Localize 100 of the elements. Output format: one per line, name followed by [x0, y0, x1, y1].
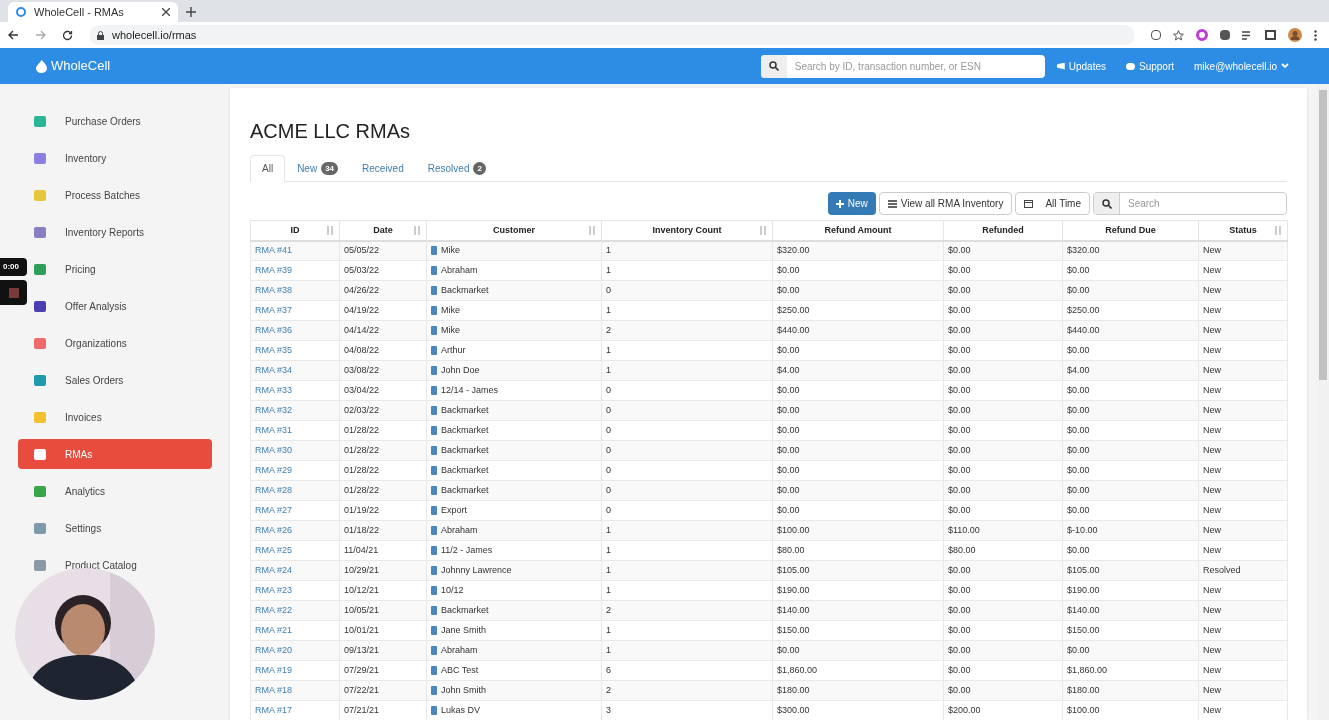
table-cell: $110.00: [943, 520, 1063, 541]
table-cell: 2: [601, 320, 773, 341]
user-menu[interactable]: mike@wholecell.io: [1194, 58, 1289, 74]
table-cell: 1: [601, 260, 773, 281]
table-search-field[interactable]: Search: [1120, 193, 1286, 214]
table-cell: $180.00: [1062, 680, 1199, 701]
table-cell: 05/03/22: [339, 260, 427, 281]
sidebar-item[interactable]: RMAs: [18, 439, 212, 469]
table-cell: $0.00: [772, 280, 944, 301]
sidebar-item[interactable]: Inventory Reports: [18, 217, 212, 247]
table-cell: 0: [601, 480, 773, 501]
new-button[interactable]: New: [827, 192, 876, 215]
column-header[interactable]: ID: [250, 220, 340, 241]
search-icon: [1101, 198, 1112, 209]
table-cell: $100.00: [772, 520, 944, 541]
sidebar-item[interactable]: Product Catalog: [18, 550, 212, 580]
table-cell: New: [1198, 400, 1288, 421]
new-tab-icon[interactable]: [186, 7, 196, 17]
building-icon: [431, 566, 437, 575]
column-header[interactable]: Refund Amount: [772, 220, 944, 241]
table-cell: 07/29/21: [339, 660, 427, 681]
sidebar-item[interactable]: Settings: [18, 513, 212, 543]
column-header[interactable]: Refund Due: [1062, 220, 1199, 241]
date-range-button[interactable]: All Time: [1015, 192, 1090, 215]
table-cell: $0.00: [772, 400, 944, 421]
address-bar[interactable]: wholecell.io/rmas: [89, 25, 1135, 45]
table-cell: $0.00: [772, 380, 944, 401]
table-cell: $4.00: [772, 360, 944, 381]
table-cell: 0: [601, 280, 773, 301]
table-cell: $0.00: [772, 420, 944, 441]
sidebar-item[interactable]: Process Batches: [18, 180, 212, 210]
building-icon: [431, 466, 437, 475]
browser-tab[interactable]: WholeCell - RMAs: [8, 2, 178, 22]
table-cell: New: [1198, 460, 1288, 481]
table-cell: New: [1198, 420, 1288, 441]
table-cell: $80.00: [772, 540, 944, 561]
column-header[interactable]: Status: [1198, 220, 1288, 241]
back-icon[interactable]: [8, 30, 19, 40]
plus-icon: [835, 199, 844, 208]
column-header[interactable]: Customer: [426, 220, 602, 241]
building-icon: [431, 706, 437, 715]
filter-tab[interactable]: New 34: [285, 155, 351, 182]
extension-icon[interactable]: [1196, 29, 1208, 41]
table-cell: 0: [601, 500, 773, 521]
building-icon: [431, 646, 437, 655]
table-cell: $0.00: [1062, 440, 1199, 461]
table-cell: New: [1198, 480, 1288, 501]
sidebar-item[interactable]: Organizations: [18, 328, 212, 358]
close-icon[interactable]: [162, 8, 170, 16]
table-search-box[interactable]: Search: [1093, 192, 1287, 215]
filter-tab[interactable]: Resolved 2: [415, 155, 498, 182]
lock-icon: [97, 30, 104, 40]
table-cell-text: 11/2 - James: [441, 543, 493, 557]
table-cell-text: John Doe: [441, 363, 480, 377]
page-title: ACME LLC RMAs: [250, 121, 412, 141]
column-header[interactable]: Inventory Count: [601, 220, 773, 241]
building-icon: [431, 506, 437, 515]
column-header[interactable]: Date: [339, 220, 427, 241]
table-cell: 05/05/22: [339, 240, 427, 261]
profile-avatar[interactable]: [1288, 28, 1302, 42]
table-cell: $0.00: [1062, 380, 1199, 401]
table-cell-text: Backmarket: [441, 463, 489, 477]
table-cell: $0.00: [943, 400, 1063, 421]
sidebar-item[interactable]: Sales Orders: [18, 365, 212, 395]
sidebar-item[interactable]: Analytics: [18, 476, 212, 506]
column-header[interactable]: Refunded: [943, 220, 1063, 241]
support-link[interactable]: Support: [1126, 58, 1175, 74]
sidebar-item[interactable]: Invoices: [18, 402, 212, 432]
table-cell: 2: [601, 680, 773, 701]
sidebar-item[interactable]: Purchase Orders: [18, 106, 212, 136]
table-cell: New: [1198, 680, 1288, 701]
table-cell: 04/19/22: [339, 300, 427, 321]
table-cell: $1,860.00: [772, 660, 944, 681]
table-cell: New: [1198, 300, 1288, 321]
filter-tab[interactable]: All: [250, 155, 286, 182]
table-cell-text: Mike: [441, 323, 460, 337]
calendar-icon: [1024, 199, 1034, 208]
count-badge: 34: [321, 162, 339, 175]
table-cell: $0.00: [772, 440, 944, 461]
view-inventory-button[interactable]: View all RMA Inventory: [878, 192, 1013, 215]
table-cell: 0: [601, 440, 773, 461]
table-cell: $0.00: [1062, 340, 1199, 361]
sidebar-item[interactable]: Inventory: [18, 143, 212, 173]
table-cell: New: [1198, 340, 1288, 361]
playlist-icon[interactable]: [1242, 30, 1253, 40]
table-cell: 1: [601, 640, 773, 661]
updates-link[interactable]: Updates: [1056, 58, 1106, 74]
table-cell-text: Mike: [441, 303, 460, 317]
building-icon: [431, 686, 437, 695]
more-icon[interactable]: [1314, 29, 1317, 41]
table-cell: $0.00: [943, 600, 1063, 621]
sidebar-icon[interactable]: [1265, 30, 1276, 40]
reload-icon[interactable]: [62, 29, 73, 41]
table-cell: 1: [601, 560, 773, 581]
table-cell: New: [1198, 360, 1288, 381]
star-icon[interactable]: [1173, 29, 1184, 41]
table-cell: $0.00: [943, 480, 1063, 501]
filter-tab[interactable]: Received: [350, 155, 416, 182]
table-cell: 04/26/22: [339, 280, 427, 301]
table-cell: 01/28/22: [339, 420, 427, 441]
